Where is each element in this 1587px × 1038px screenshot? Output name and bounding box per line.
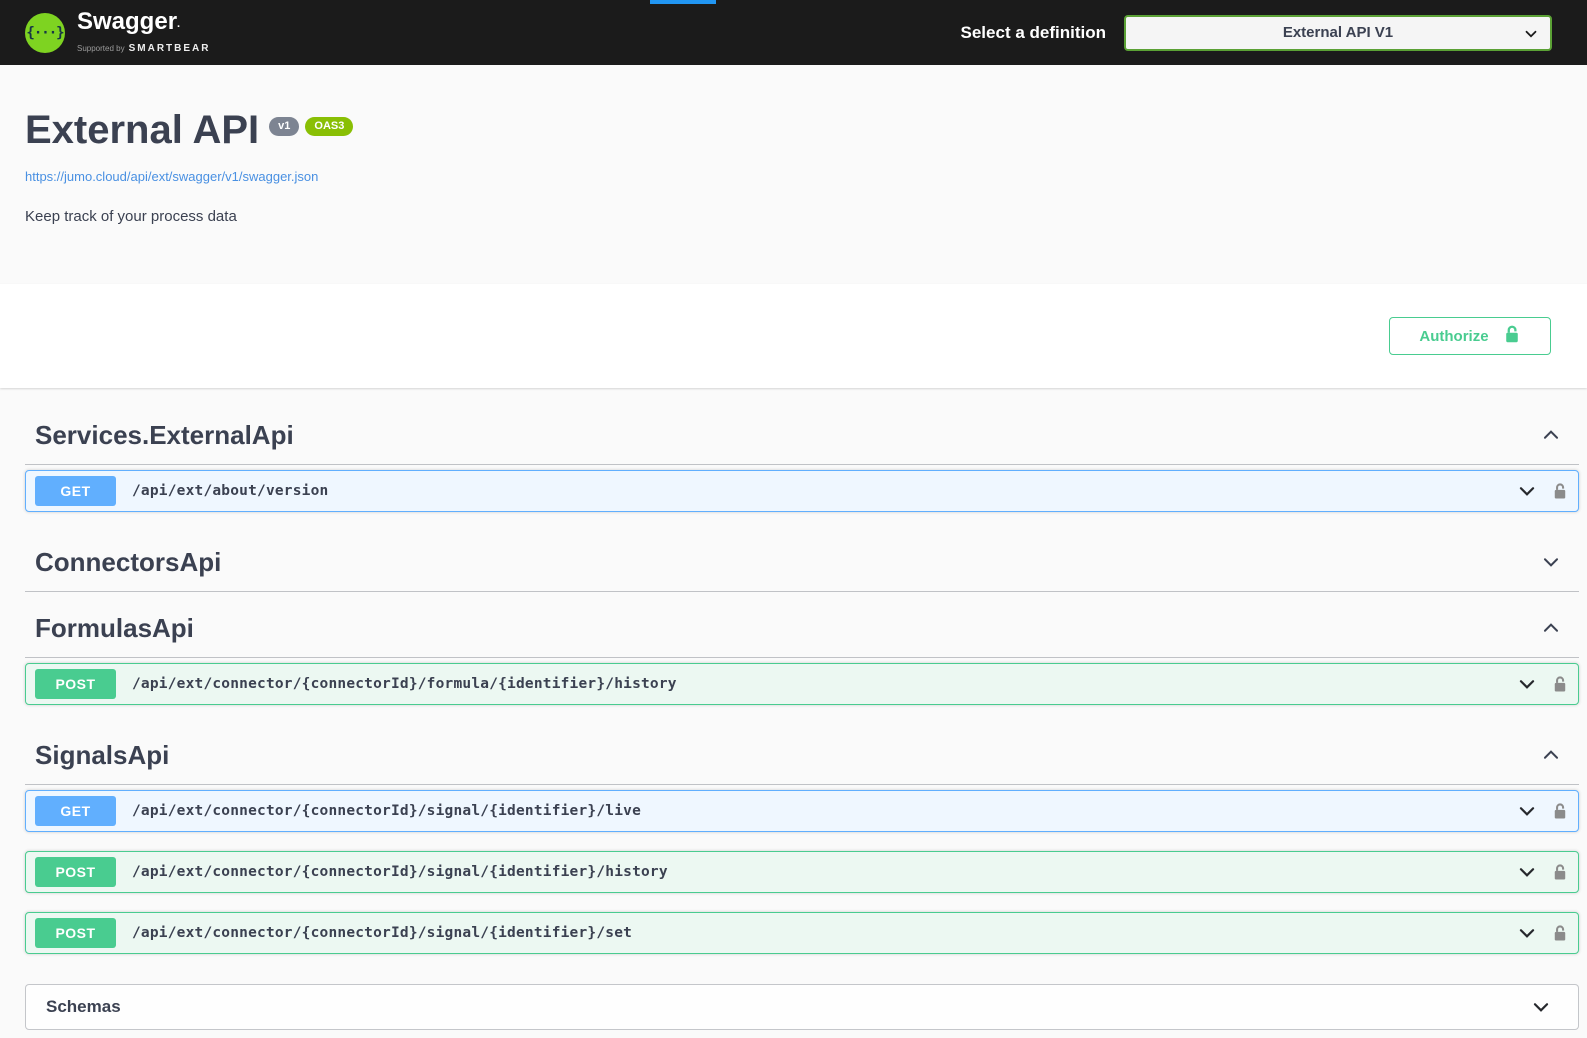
- section-header-connectorsapi[interactable]: ConnectorsApi: [25, 531, 1579, 592]
- logo-subtitle: Supported by SMARTBEAR: [77, 38, 210, 56]
- chevron-down-icon[interactable]: [1516, 861, 1538, 883]
- chevron-down-icon[interactable]: [1540, 551, 1562, 573]
- section-title: Services.ExternalApi: [35, 420, 294, 450]
- select-definition-label: Select a definition: [961, 23, 1106, 43]
- authorize-button[interactable]: Authorize: [1389, 317, 1551, 355]
- smartbear-brand: SMARTBEAR: [129, 43, 211, 54]
- method-badge-post: POST: [35, 669, 116, 699]
- operation-path: /api/ext/connector/{connectorId}/signal/…: [132, 803, 641, 819]
- operation-actions: [1516, 922, 1568, 944]
- operation-row-post-signal-set[interactable]: POST /api/ext/connector/{connectorId}/si…: [25, 912, 1579, 954]
- definition-select[interactable]: External API V1: [1124, 15, 1552, 51]
- authorize-label: Authorize: [1419, 328, 1488, 345]
- operation-actions: [1516, 673, 1568, 695]
- swagger-logo-icon: [25, 13, 65, 53]
- section-title: FormulasApi: [35, 613, 194, 643]
- chevron-down-icon[interactable]: [1530, 996, 1552, 1018]
- schemas-title: Schemas: [46, 997, 121, 1017]
- unlock-icon[interactable]: [1552, 863, 1568, 882]
- chevron-down-icon[interactable]: [1516, 800, 1538, 822]
- section-header-formulasapi[interactable]: FormulasApi: [25, 597, 1579, 658]
- oas3-badge: OAS3: [305, 117, 353, 136]
- selected-definition-value: External API V1: [1283, 24, 1393, 41]
- chevron-up-icon[interactable]: [1540, 744, 1562, 766]
- operation-path: /api/ext/connector/{connectorId}/signal/…: [132, 925, 632, 941]
- section-title: SignalsApi: [35, 740, 169, 770]
- swagger-logo[interactable]: Swagger Supported by SMARTBEAR: [25, 9, 210, 56]
- title-row: External API v1 OAS3: [25, 107, 1562, 153]
- operation-row-post-formula-history[interactable]: POST /api/ext/connector/{connectorId}/fo…: [25, 663, 1579, 705]
- logo-title: Swagger: [77, 9, 210, 37]
- scheme-container: Authorize: [0, 284, 1587, 388]
- chevron-down-icon[interactable]: [1516, 480, 1538, 502]
- operations-wrapper: Services.ExternalApi GET /api/ext/about/…: [0, 388, 1587, 1030]
- unlock-icon[interactable]: [1552, 675, 1568, 694]
- topbar: Swagger Supported by SMARTBEAR Select a d…: [0, 0, 1587, 65]
- operation-actions: [1516, 480, 1568, 502]
- method-badge-post: POST: [35, 857, 116, 887]
- section-header-services-externalapi[interactable]: Services.ExternalApi: [25, 404, 1579, 465]
- operation-path: /api/ext/about/version: [132, 483, 328, 499]
- title-badges: v1 OAS3: [269, 117, 353, 136]
- logo-text: Swagger Supported by SMARTBEAR: [77, 9, 210, 56]
- section-header-signalsapi[interactable]: SignalsApi: [25, 724, 1579, 785]
- schemas-panel[interactable]: Schemas: [25, 984, 1579, 1030]
- operation-actions: [1516, 800, 1568, 822]
- api-description: Keep track of your process data: [25, 208, 1562, 225]
- api-info-section: External API v1 OAS3 https://jumo.cloud/…: [0, 65, 1587, 284]
- method-badge-post: POST: [35, 918, 116, 948]
- chevron-down-icon[interactable]: [1516, 673, 1538, 695]
- version-badge: v1: [269, 117, 299, 136]
- unlock-icon[interactable]: [1552, 482, 1568, 501]
- select-chevron-down-icon: [1522, 25, 1540, 48]
- operation-path: /api/ext/connector/{connectorId}/signal/…: [132, 864, 668, 880]
- page-title: External API: [25, 107, 259, 153]
- operation-actions: [1516, 861, 1568, 883]
- unlock-icon: [1503, 324, 1521, 349]
- supported-by-label: Supported by: [77, 44, 125, 53]
- section-title: ConnectorsApi: [35, 547, 221, 577]
- operation-path: /api/ext/connector/{connectorId}/formula…: [132, 676, 677, 692]
- operation-row-get-signal-live[interactable]: GET /api/ext/connector/{connectorId}/sig…: [25, 790, 1579, 832]
- chevron-up-icon[interactable]: [1540, 617, 1562, 639]
- unlock-icon[interactable]: [1552, 802, 1568, 821]
- chevron-down-icon[interactable]: [1516, 922, 1538, 944]
- spec-url-link[interactable]: https://jumo.cloud/api/ext/swagger/v1/sw…: [25, 169, 318, 184]
- unlock-icon[interactable]: [1552, 924, 1568, 943]
- top-accent-bar: [650, 0, 716, 4]
- chevron-up-icon[interactable]: [1540, 424, 1562, 446]
- method-badge-get: GET: [35, 796, 116, 826]
- operation-row-get-about-version[interactable]: GET /api/ext/about/version: [25, 470, 1579, 512]
- operation-row-post-signal-history[interactable]: POST /api/ext/connector/{connectorId}/si…: [25, 851, 1579, 893]
- definition-selector-group: Select a definition External API V1: [961, 15, 1552, 51]
- method-badge-get: GET: [35, 476, 116, 506]
